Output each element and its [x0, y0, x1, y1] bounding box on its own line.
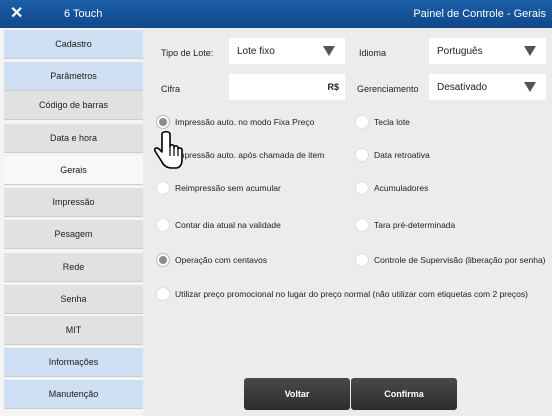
radio-unchecked[interactable] [356, 116, 368, 128]
option-contar-dia-atual[interactable]: Contar dia atual na validade [157, 219, 281, 231]
radio-unchecked[interactable] [157, 288, 169, 300]
sidebar-item-codigo-de-barras[interactable]: Código de barras [4, 91, 143, 120]
cifra-input[interactable]: R$ [229, 74, 345, 100]
radio-checked[interactable] [157, 116, 169, 128]
option-impressao-fixa-preco[interactable]: Impressão auto. no modo Fixa Preço [157, 116, 314, 128]
idioma-select[interactable]: Português [429, 38, 546, 64]
sidebar-item-senha[interactable]: Senha [4, 285, 143, 314]
option-label: Contar dia atual na validade [175, 220, 281, 230]
radio-unchecked[interactable] [157, 182, 169, 194]
radio-checked[interactable] [157, 254, 169, 266]
option-label: Tecla lote [374, 117, 410, 127]
option-label: Utilizar preço promocional no lugar do p… [175, 289, 528, 299]
sidebar-item-impressao[interactable]: Impressão [4, 188, 143, 217]
chevron-down-icon [524, 46, 536, 56]
radio-unchecked[interactable] [356, 219, 368, 231]
voltar-button[interactable]: Voltar [244, 378, 350, 410]
sidebar-item-mit[interactable]: MIT [4, 316, 143, 345]
sidebar: Cadastro Parâmetros Código de barras Dat… [0, 28, 143, 416]
sidebar-item-rede[interactable]: Rede [4, 253, 143, 282]
sidebar-item-parametros[interactable]: Parâmetros [4, 62, 143, 91]
option-acumuladores[interactable]: Acumuladores [356, 182, 428, 194]
settings-panel: Tipo de Lote: Lote fixo Idioma Português… [143, 28, 552, 416]
cifra-label: Cifra [161, 84, 181, 94]
currency-suffix: R$ [327, 82, 339, 92]
radio-unchecked[interactable] [356, 254, 368, 266]
sidebar-item-informacoes[interactable]: Informações [4, 348, 143, 377]
option-tecla-lote[interactable]: Tecla lote [356, 116, 410, 128]
option-label: Data retroativa [374, 150, 430, 160]
option-label: Operação com centavos [175, 255, 268, 265]
sidebar-item-data-e-hora[interactable]: Data e hora [4, 124, 143, 153]
close-icon[interactable]: ✕ [10, 3, 23, 23]
radio-unchecked[interactable] [356, 182, 368, 194]
sidebar-item-gerais[interactable]: Gerais [4, 156, 143, 185]
tipo-lote-label: Tipo de Lote: [161, 48, 214, 58]
idioma-label: Idioma [359, 48, 387, 58]
sidebar-item-manutencao[interactable]: Manutenção [4, 380, 143, 409]
chevron-down-icon [524, 82, 536, 92]
option-reimpressao-sem-acumular[interactable]: Reimpressão sem acumular [157, 182, 281, 194]
radio-unchecked[interactable] [356, 149, 368, 161]
option-operacao-centavos[interactable]: Operação com centavos [157, 254, 267, 266]
option-label: Impressão auto. no modo Fixa Preço [175, 117, 315, 127]
gerenciamento-label: Gerenciamento [357, 84, 419, 94]
radio-unchecked[interactable] [157, 219, 169, 231]
gerenciamento-value: Desativado [437, 81, 488, 93]
option-label: Tara pré-determinada [374, 220, 456, 230]
hand-cursor-icon [154, 130, 183, 169]
option-tara-pre-determinada[interactable]: Tara pré-determinada [356, 219, 455, 231]
title-bar: ✕ 6 Touch Painel de Controle - Gerais [0, 0, 552, 28]
option-data-retroativa[interactable]: Data retroativa [356, 149, 430, 161]
option-label: Controle de Supervisão (liberação por se… [374, 255, 546, 265]
confirma-button[interactable]: Confirma [351, 378, 457, 410]
gerenciamento-select[interactable]: Desativado [429, 74, 546, 100]
idioma-value: Português [437, 45, 483, 57]
sidebar-item-pesagem[interactable]: Pesagem [4, 220, 143, 249]
app-name: 6 Touch [64, 8, 103, 20]
sidebar-item-cadastro[interactable]: Cadastro [4, 30, 143, 59]
chevron-down-icon [323, 46, 335, 56]
option-label: Acumuladores [374, 183, 429, 193]
option-preco-promocional[interactable]: Utilizar preço promocional no lugar do p… [157, 288, 528, 300]
option-label: Impressão auto. após chamada de item [175, 150, 325, 160]
option-label: Reimpressão sem acumular [175, 183, 281, 193]
option-controle-supervisao[interactable]: Controle de Supervisão (liberação por se… [356, 254, 546, 266]
tipo-lote-value: Lote fixo [237, 45, 275, 57]
window-title: Painel de Controle - Gerais [413, 8, 546, 20]
tipo-lote-select[interactable]: Lote fixo [229, 38, 345, 64]
